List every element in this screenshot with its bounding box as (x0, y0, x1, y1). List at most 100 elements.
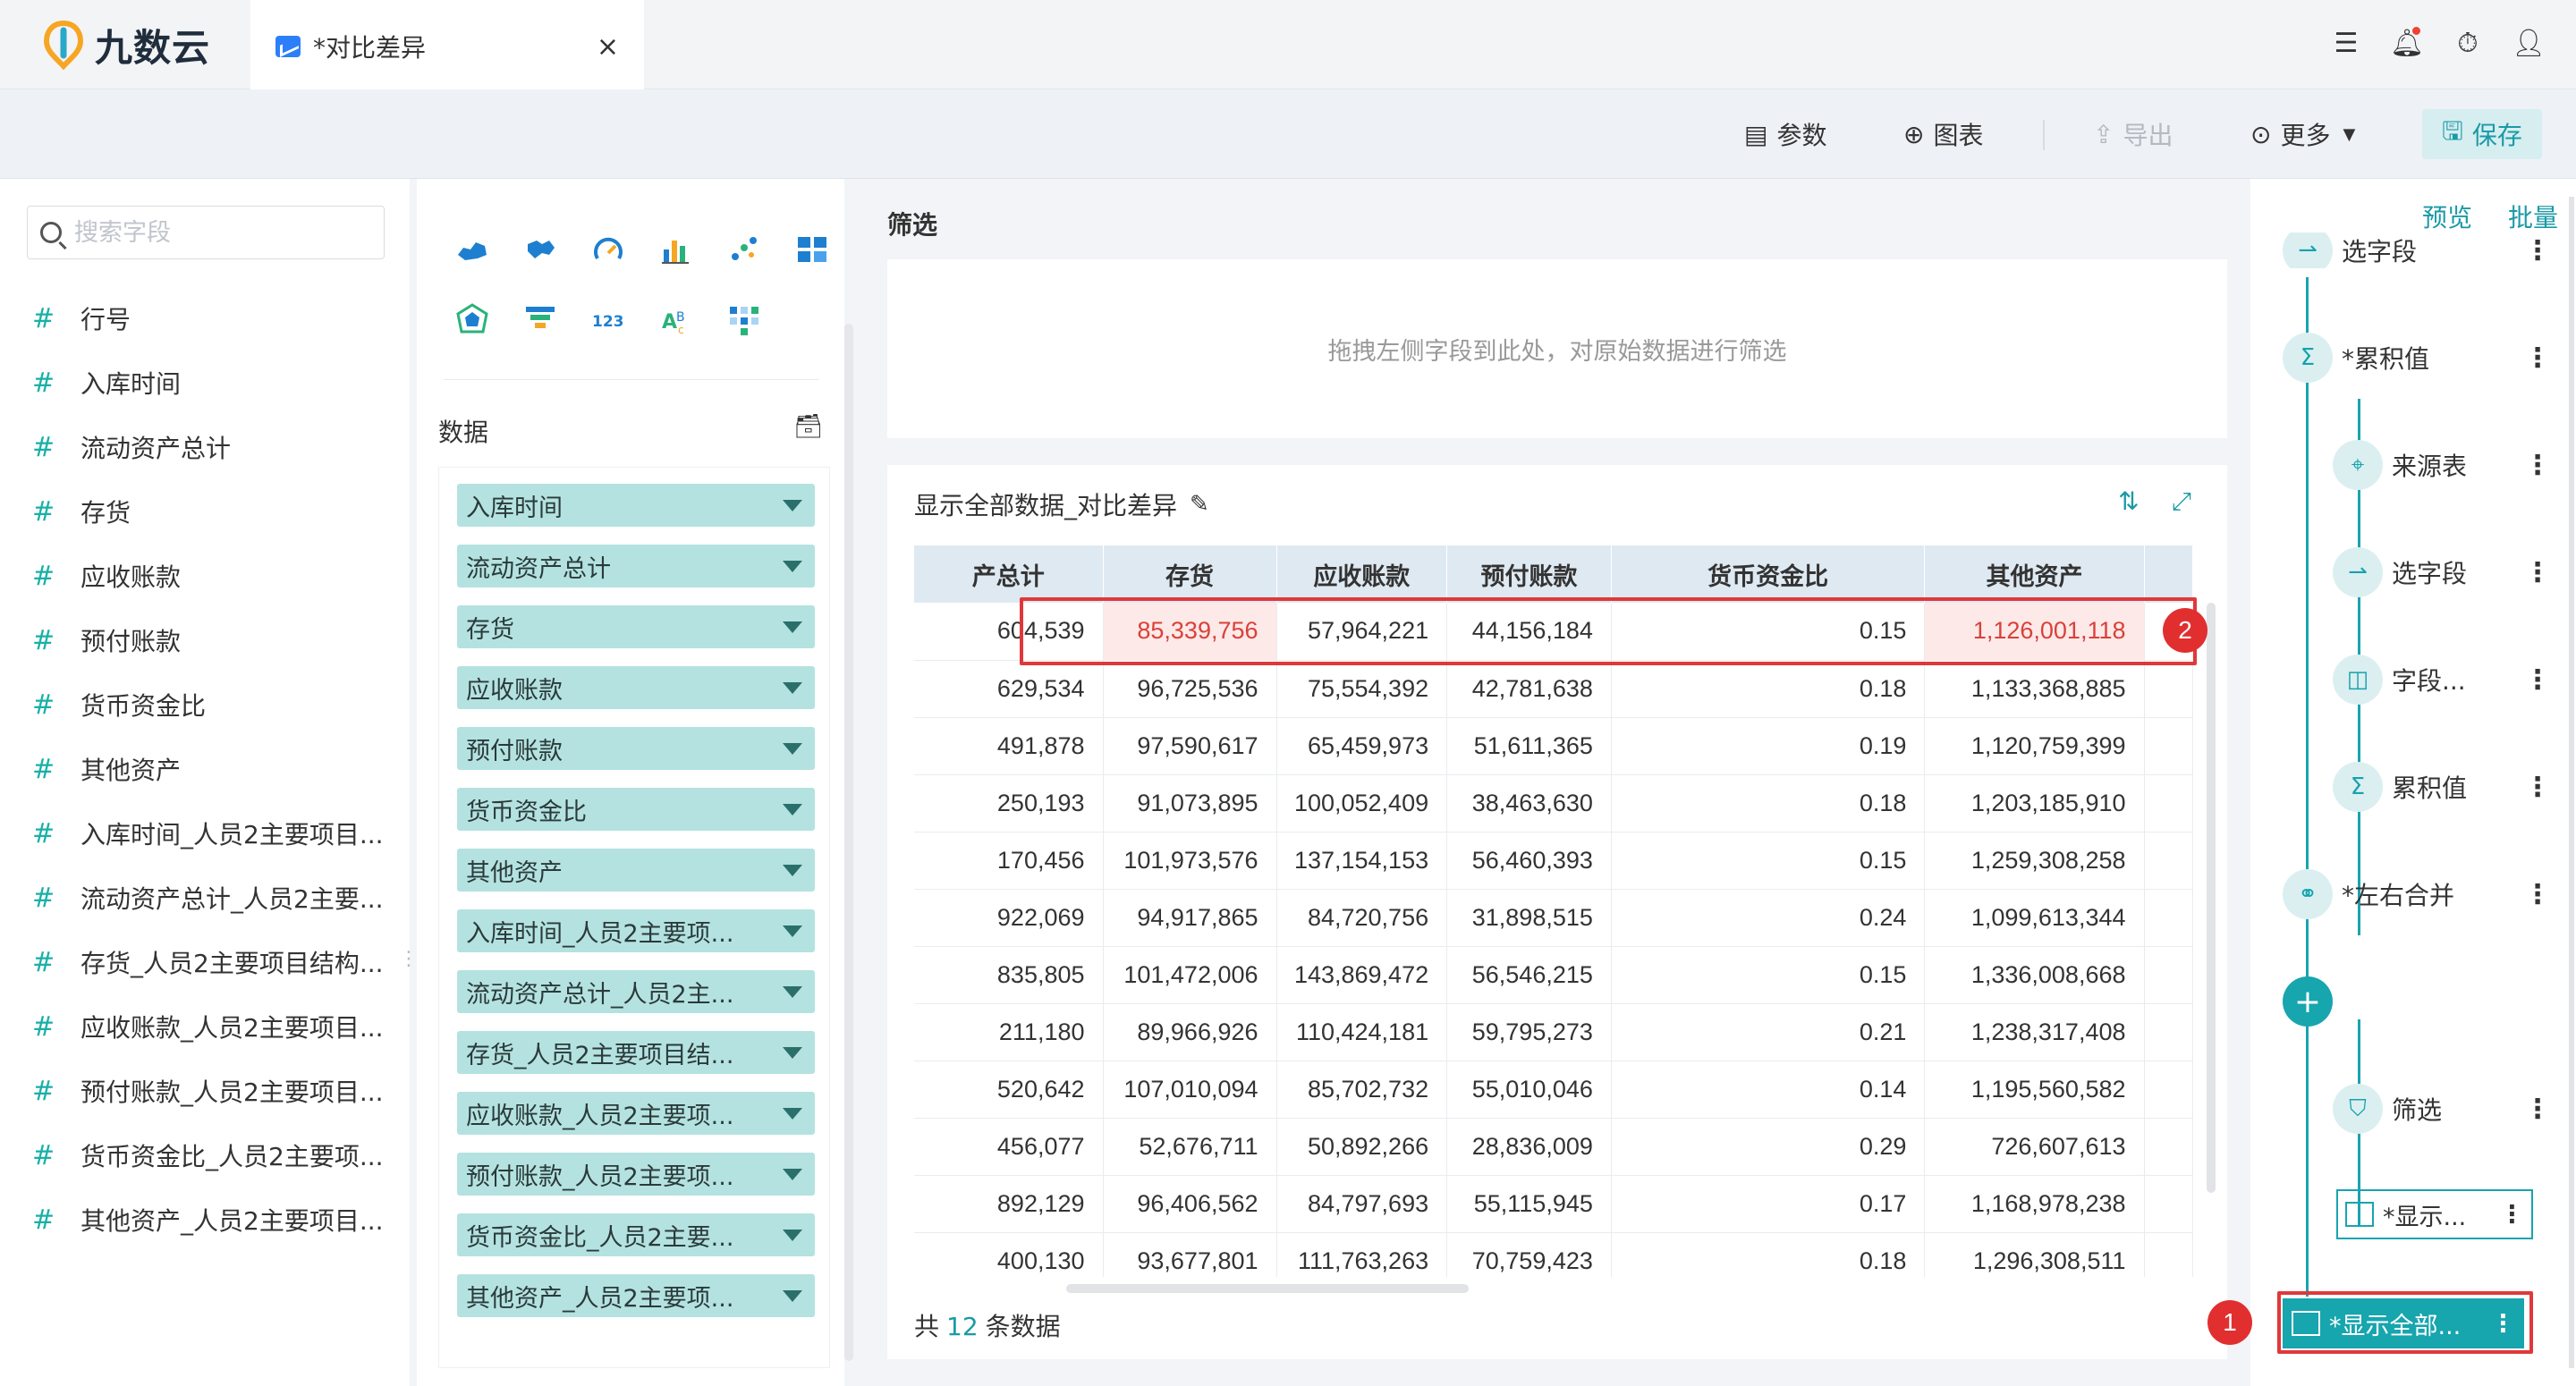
caret-down-icon[interactable] (783, 1289, 802, 1302)
search-input[interactable] (74, 218, 360, 247)
flow-node-select-field-top[interactable]: ⇀ 选字段 ⋮ (2283, 232, 2551, 268)
flow-node-left-right-merge[interactable]: ⚭ *左右合并 ⋮ (2283, 866, 2551, 923)
table-horizontal-scrollbar[interactable] (1066, 1284, 1469, 1293)
caret-down-icon[interactable] (783, 742, 802, 755)
timer-icon[interactable]: ⏱ (2453, 25, 2483, 61)
caret-down-icon[interactable] (783, 560, 802, 572)
field-item[interactable]: # 应收账款 (32, 544, 390, 608)
flow-node-display-short[interactable]: *显示... ⋮ (2336, 1189, 2533, 1239)
caret-down-icon[interactable] (783, 1168, 802, 1180)
more-icon[interactable]: ⋮ (2524, 450, 2551, 481)
bar-chart-icon[interactable] (651, 224, 701, 275)
data-field-chip[interactable]: 存货_人员2主要项目结... (457, 1031, 815, 1074)
data-field-chip[interactable]: 预付账款_人员2主要项... (457, 1153, 815, 1196)
field-item[interactable]: # 流动资产总计_人员2主要... (32, 866, 390, 930)
data-field-chip[interactable]: 预付账款 (457, 727, 815, 770)
more-icon[interactable]: ⋮ (2524, 879, 2551, 910)
expand-icon[interactable]: ⤢ (2172, 486, 2191, 517)
close-icon[interactable]: × (597, 31, 619, 63)
field-item[interactable]: # 应收账款_人员2主要项目... (32, 994, 390, 1059)
params-button[interactable]: ▤ 参数 (1744, 113, 1826, 156)
word-cloud-icon[interactable]: ABc (651, 293, 701, 345)
column-header[interactable]: 应收账款 (1276, 545, 1448, 603)
batch-link[interactable]: 批量 (2508, 199, 2558, 234)
flow-node-cumulative[interactable]: Σ 累积值 ⋮ (2333, 758, 2551, 816)
user-icon[interactable]: 👤︎ (2512, 25, 2546, 61)
column-header[interactable]: 预付账款 (1446, 545, 1612, 603)
field-item[interactable]: # 存货 (32, 479, 390, 544)
data-field-chip[interactable]: 入库时间 (457, 484, 815, 527)
caret-down-icon[interactable] (783, 985, 802, 998)
caret-down-icon[interactable] (783, 499, 802, 511)
field-item[interactable]: # 其他资产 (32, 737, 390, 801)
field-item[interactable]: # 预付账款 (32, 608, 390, 672)
caret-down-icon[interactable] (783, 864, 802, 876)
more-icon[interactable]: ⋮ (2500, 1201, 2524, 1229)
caret-down-icon[interactable] (783, 1046, 802, 1059)
resize-handle[interactable]: ⋮ (399, 948, 419, 970)
caret-down-icon[interactable] (783, 803, 802, 816)
table-row[interactable]: 835,805 101,472,006 143,869,472 56,546,2… (914, 946, 2193, 1004)
sort-icon[interactable]: ⇅ (2118, 486, 2139, 517)
more-icon[interactable]: ⋮ (2524, 235, 2551, 266)
data-field-chip[interactable]: 存货 (457, 605, 815, 648)
preview-link[interactable]: 预览 (2422, 199, 2472, 234)
china-map-chart-icon[interactable] (447, 224, 497, 275)
flow-node-filter[interactable]: ⛉ 筛选 ⋮ (2333, 1080, 2551, 1137)
field-item[interactable]: # 入库时间_人员2主要项目... (32, 801, 390, 866)
field-item[interactable]: # 行号 (32, 286, 390, 351)
world-map-chart-icon[interactable] (515, 224, 565, 275)
config-panel-scrollbar[interactable] (844, 324, 853, 1361)
flow-panel-scrollbar[interactable] (2569, 197, 2574, 1368)
data-field-chip[interactable]: 应收账款 (457, 666, 815, 709)
filter-drop-zone[interactable]: 拖拽左侧字段到此处，对原始数据进行筛选 (887, 259, 2227, 438)
table-row[interactable]: 170,456 101,973,576 137,154,153 56,460,3… (914, 832, 2193, 890)
field-item[interactable]: # 其他资产_人员2主要项目... (32, 1187, 390, 1252)
caret-down-icon[interactable] (783, 621, 802, 633)
column-header[interactable]: 其他资产 (1924, 545, 2145, 603)
field-item[interactable]: # 货币资金比_人员2主要项... (32, 1123, 390, 1187)
table-row[interactable]: 400,130 93,677,801 111,763,263 70,759,42… (914, 1232, 2193, 1277)
data-field-chip[interactable]: 流动资产总计_人员2主... (457, 970, 815, 1013)
funnel-chart-icon[interactable] (515, 293, 565, 345)
column-header[interactable]: 存货 (1103, 545, 1277, 603)
more-icon[interactable]: ⋮ (2524, 1094, 2551, 1125)
table-vertical-scrollbar[interactable] (2207, 603, 2216, 1193)
app-logo[interactable]: 九数云 (43, 18, 210, 72)
column-header[interactable]: 货币资金比 (1611, 545, 1926, 603)
table-row[interactable]: 250,193 91,073,895 100,052,409 38,463,63… (914, 774, 2193, 832)
caret-down-icon[interactable] (783, 681, 802, 694)
more-icon[interactable]: ⋮ (2524, 664, 2551, 696)
data-field-chip[interactable]: 流动资产总计 (457, 545, 815, 587)
scatter-chart-icon[interactable] (719, 224, 769, 275)
caret-down-icon[interactable] (783, 925, 802, 937)
table-row[interactable]: 520,642 107,010,094 85,702,732 55,010,04… (914, 1061, 2193, 1119)
field-item[interactable]: # 货币资金比 (32, 672, 390, 737)
radar-chart-icon[interactable] (447, 293, 497, 345)
data-field-chip[interactable]: 入库时间_人员2主要项... (457, 909, 815, 952)
gauge-chart-icon[interactable] (583, 224, 633, 275)
task-list-icon[interactable]: ☰ (2331, 25, 2361, 61)
flow-node-cumulative-main[interactable]: Σ *累积值 ⋮ (2283, 329, 2551, 386)
data-field-chip[interactable]: 货币资金比_人员2主要... (457, 1213, 815, 1256)
field-search[interactable] (27, 206, 385, 259)
data-field-chip[interactable]: 货币资金比 (457, 788, 815, 831)
field-item[interactable]: # 存货_人员2主要项目结构... (32, 930, 390, 994)
data-field-chip[interactable]: 应收账款_人员2主要项... (457, 1092, 815, 1135)
more-icon[interactable]: ⋮ (2524, 772, 2551, 803)
flow-node-select-field[interactable]: ⇀ 选字段 ⋮ (2333, 544, 2551, 601)
caret-down-icon[interactable] (783, 1229, 802, 1241)
bell-icon[interactable]: 🔔︎ (2390, 25, 2424, 61)
edit-icon[interactable]: ✎ (1190, 491, 1209, 518)
table-row[interactable]: 211,180 89,966,926 110,424,181 59,795,27… (914, 1003, 2193, 1061)
table-row[interactable]: 922,069 94,917,865 84,720,756 31,898,515… (914, 889, 2193, 947)
more-icon[interactable]: ⋮ (2524, 557, 2551, 588)
field-item[interactable]: # 入库时间 (32, 351, 390, 415)
flow-node-source-table[interactable]: ⌖ 来源表 ⋮ (2333, 436, 2551, 494)
caret-down-icon[interactable] (783, 1107, 802, 1120)
tab-compare-diff[interactable]: *对比差异 × (250, 0, 644, 89)
heatmap-chart-icon[interactable] (719, 293, 769, 345)
field-item[interactable]: # 预付账款_人员2主要项目... (32, 1059, 390, 1123)
table-row[interactable]: 892,129 96,406,562 84,797,693 55,115,945… (914, 1175, 2193, 1233)
data-field-chip[interactable]: 其他资产_人员2主要项... (457, 1274, 815, 1317)
